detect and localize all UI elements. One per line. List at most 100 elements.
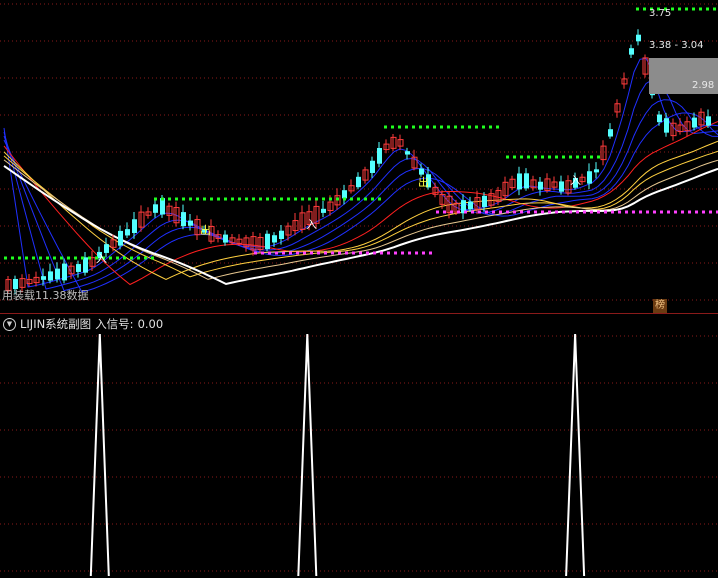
support-dot — [485, 210, 488, 214]
support-dot — [681, 210, 684, 214]
candlestick-chart[interactable]: 入入入出出 — [0, 0, 718, 314]
support-dot — [625, 210, 628, 214]
indicator-value: 0.00 — [137, 317, 164, 331]
support-dot — [555, 210, 558, 214]
resistance-dot — [692, 7, 695, 11]
candle-body-down — [587, 171, 592, 184]
candle-body-down — [706, 116, 711, 126]
support-dot — [436, 210, 439, 214]
candle-body-down — [636, 34, 641, 42]
resistance-dot — [329, 197, 332, 201]
candle-body-down — [370, 160, 375, 173]
resistance-dot — [562, 155, 565, 159]
candle-body-down — [272, 235, 277, 243]
resistance-dot — [203, 197, 206, 201]
support-dot — [611, 210, 614, 214]
support-dot — [520, 210, 523, 214]
support-dot — [709, 210, 712, 214]
support-dot — [415, 251, 418, 255]
rank-badge[interactable]: 榜 — [653, 299, 667, 313]
resistance-dot — [217, 197, 220, 201]
support-dot — [261, 251, 264, 255]
resistance-dot — [433, 125, 436, 129]
resistance-dot — [699, 7, 702, 11]
chevron-down-icon[interactable]: ▼ — [3, 317, 16, 331]
exit-marker: 出 — [200, 223, 211, 237]
resistance-dot — [280, 197, 283, 201]
resistance-dot — [224, 197, 227, 201]
resistance-dot — [144, 256, 147, 260]
support-dot — [366, 251, 369, 255]
resistance-dot — [454, 125, 457, 129]
resistance-dot — [308, 197, 311, 201]
support-dot — [499, 210, 502, 214]
candle-body-down — [629, 48, 634, 55]
candle-body-down — [83, 257, 88, 273]
resistance-dot — [583, 155, 586, 159]
support-dot — [527, 210, 530, 214]
signal-chart[interactable] — [0, 314, 718, 578]
support-dot — [660, 210, 663, 214]
support-dot — [352, 251, 355, 255]
support-dot — [583, 210, 586, 214]
candle-body-down — [188, 220, 193, 226]
support-dot — [359, 251, 362, 255]
support-dot — [569, 210, 572, 214]
candle-body-down — [279, 230, 284, 239]
entry-marker: 入 — [570, 174, 581, 187]
resistance-dot — [252, 197, 255, 201]
resistance-dot — [74, 256, 77, 260]
indicator-title[interactable]: LIJIN系统副图 — [20, 316, 91, 332]
resistance-dot — [189, 197, 192, 201]
resistance-dot — [364, 197, 367, 201]
support-dot — [401, 251, 404, 255]
indicator-panel[interactable] — [0, 314, 718, 578]
candle-body-down — [132, 219, 137, 234]
high-price-label: 3.75 — [649, 8, 672, 19]
candle-body-down — [524, 173, 529, 189]
resistance-dot — [371, 197, 374, 201]
resistance-dot — [685, 7, 688, 11]
support-dot — [695, 210, 698, 214]
support-dot — [450, 210, 453, 214]
support-dot — [254, 251, 257, 255]
candle-body-down — [482, 195, 487, 208]
resistance-dot — [461, 125, 464, 129]
resistance-dot — [301, 197, 304, 201]
candle-body-down — [468, 201, 473, 210]
resistance-dot — [534, 155, 537, 159]
support-dot — [471, 210, 474, 214]
candle-body-down — [76, 264, 81, 272]
resistance-dot — [513, 155, 516, 159]
resistance-dot — [706, 7, 709, 11]
resistance-dot — [123, 256, 126, 260]
resistance-dot — [196, 197, 199, 201]
resistance-dot — [322, 197, 325, 201]
resistance-dot — [447, 125, 450, 129]
support-dot — [667, 210, 670, 214]
entry-marker: 入 — [96, 252, 107, 265]
entry-marker: 入 — [306, 218, 317, 231]
support-dot — [590, 210, 593, 214]
price-chart-panel[interactable]: 入入入出出 — [0, 0, 718, 314]
signal-spike — [89, 333, 110, 577]
resistance-dot — [678, 7, 681, 11]
support-dot — [296, 251, 299, 255]
resistance-dot — [357, 197, 360, 201]
candle-body-down — [657, 114, 662, 123]
resistance-dot — [294, 197, 297, 201]
candle-body-down — [160, 198, 165, 215]
support-dot — [282, 251, 285, 255]
resistance-dot — [343, 197, 346, 201]
candle-body-down — [608, 129, 613, 137]
resistance-dot — [137, 256, 140, 260]
indicator-header: ▼ LIJIN系统副图 入信号: 0.00 — [3, 316, 167, 332]
support-dot — [478, 210, 481, 214]
support-dot — [674, 210, 677, 214]
support-dot — [604, 210, 607, 214]
resistance-dot — [350, 197, 353, 201]
resistance-dot — [489, 125, 492, 129]
resistance-dot — [245, 197, 248, 201]
resistance-dot — [548, 155, 551, 159]
resistance-dot — [81, 256, 84, 260]
